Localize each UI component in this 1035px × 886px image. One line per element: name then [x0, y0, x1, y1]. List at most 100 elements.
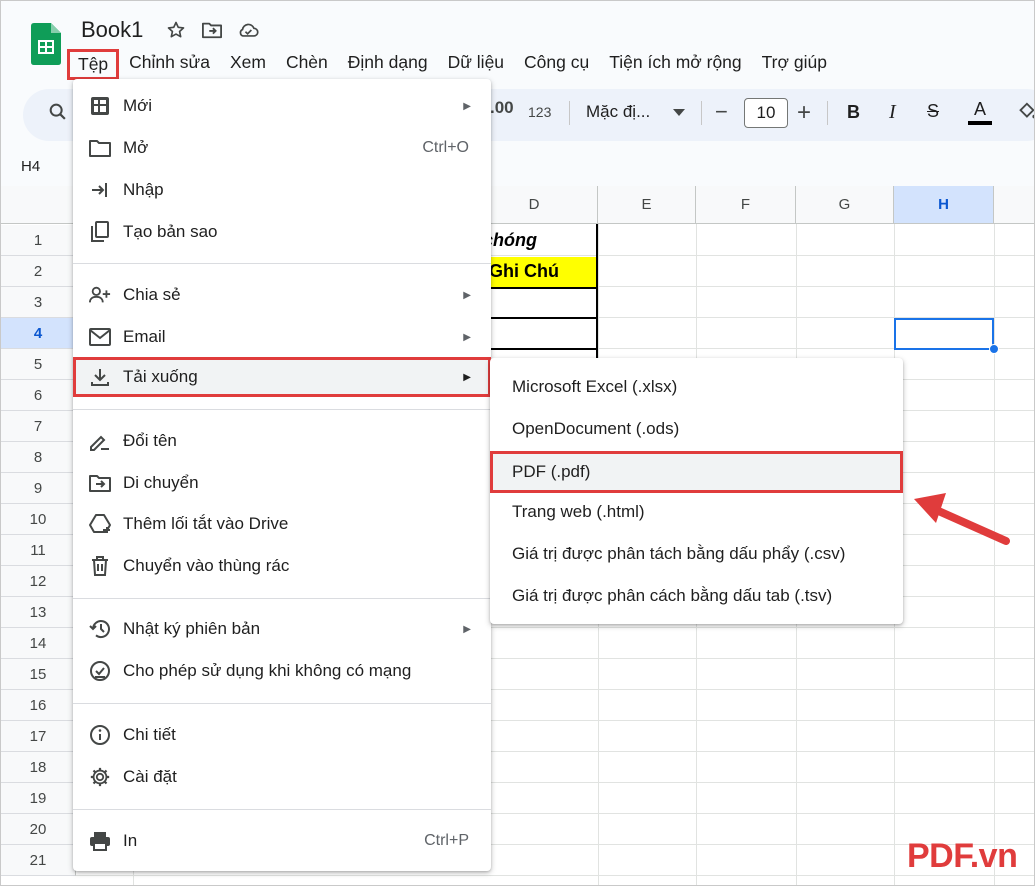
menu-item-share[interactable]: Chia sẻ ▶	[73, 275, 491, 315]
fill-handle[interactable]	[989, 344, 999, 354]
decimal-increase-button[interactable]: .00	[490, 98, 514, 118]
number-format-button[interactable]: 123	[528, 104, 551, 120]
move-folder-icon[interactable]	[201, 19, 223, 41]
menu-divider	[73, 409, 491, 410]
row-header[interactable]: 17	[1, 721, 76, 752]
download-xlsx[interactable]: Microsoft Excel (.xlsx)	[490, 366, 903, 408]
cloud-saved-icon[interactable]	[237, 19, 259, 41]
font-size-input[interactable]: 10	[744, 98, 788, 128]
menu-extensions[interactable]: Tiện ích mở rộng	[599, 49, 751, 80]
menu-insert[interactable]: Chèn	[276, 49, 338, 80]
row-header[interactable]: 1	[1, 225, 76, 256]
menu-item-open[interactable]: Mở Ctrl+O	[73, 128, 491, 168]
menu-tools[interactable]: Công cụ	[514, 49, 599, 80]
chevron-down-icon[interactable]	[673, 109, 685, 117]
submenu-arrow-icon: ▶	[463, 331, 471, 343]
document-title[interactable]: Book1	[81, 17, 151, 43]
gridline	[76, 875, 1034, 876]
download-ods[interactable]: OpenDocument (.ods)	[490, 408, 903, 450]
menu-item-label: Email	[123, 327, 166, 346]
menu-item-label: Nhật ký phiên bản	[123, 619, 261, 638]
toolbar-divider	[701, 101, 702, 125]
column-header-e[interactable]: E	[598, 186, 696, 224]
row-header[interactable]: 18	[1, 752, 76, 783]
download-html[interactable]: Trang web (.html)	[490, 491, 903, 533]
row-header[interactable]: 6	[1, 380, 76, 411]
menu-help[interactable]: Trợ giúp	[752, 49, 837, 80]
menu-data[interactable]: Dữ liệu	[438, 49, 514, 80]
watermark-logo: PDF.vn	[907, 837, 1018, 875]
menu-item-version-history[interactable]: Nhật ký phiên bản ▶	[73, 609, 491, 649]
column-header-f[interactable]: F	[696, 186, 796, 224]
drive-shortcut-icon	[89, 513, 111, 535]
sheets-logo-icon[interactable]	[31, 23, 61, 65]
row-header[interactable]: 9	[1, 473, 76, 504]
row-header[interactable]: 11	[1, 535, 76, 566]
import-icon	[89, 179, 111, 201]
name-box[interactable]: H4	[21, 158, 40, 175]
menu-edit[interactable]: Chỉnh sửa	[119, 49, 220, 80]
toolbar-divider	[827, 101, 828, 125]
menu-item-add-shortcut[interactable]: Thêm lối tắt vào Drive	[73, 504, 491, 544]
row-header[interactable]: 2	[1, 256, 76, 287]
shortcut-label: Ctrl+P	[424, 832, 469, 849]
font-select[interactable]: Mặc đị...	[586, 102, 650, 122]
menu-item-new[interactable]: Mới ▶	[73, 86, 491, 126]
menu-item-email[interactable]: Email ▶	[73, 317, 491, 357]
row-header[interactable]: 5	[1, 349, 76, 380]
menu-item-print[interactable]: In Ctrl+P	[73, 821, 491, 861]
strikethrough-button[interactable]: S	[927, 101, 939, 122]
menu-item-rename[interactable]: Đổi tên	[73, 421, 491, 461]
select-all-corner[interactable]	[1, 186, 76, 224]
column-header-g[interactable]: G	[796, 186, 894, 224]
row-header[interactable]: 7	[1, 411, 76, 442]
bold-button[interactable]: B	[847, 102, 860, 123]
menu-item-make-copy[interactable]: Tạo bản sao	[73, 212, 491, 252]
screenshot: Book1 Tệp Chỉnh sửa Xem Chèn Định dạng D…	[0, 0, 1035, 886]
text-color-button[interactable]: A	[968, 99, 992, 125]
row-header[interactable]: 3	[1, 287, 76, 318]
font-size-increase-button[interactable]: +	[797, 99, 811, 127]
info-icon	[89, 724, 111, 746]
menu-item-download[interactable]: Tải xuống ▶	[73, 357, 491, 397]
star-icon[interactable]	[165, 19, 187, 41]
row-header[interactable]: 4	[1, 318, 76, 349]
search-menus-icon[interactable]	[47, 101, 69, 123]
row-header[interactable]: 13	[1, 597, 76, 628]
menu-item-settings[interactable]: Cài đặt	[73, 757, 491, 797]
download-tsv[interactable]: Giá trị được phân cách bằng dấu tab (.ts…	[490, 575, 903, 617]
row-header[interactable]: 15	[1, 659, 76, 690]
row-header[interactable]: 10	[1, 504, 76, 535]
row-header[interactable]: 19	[1, 783, 76, 814]
menu-item-details[interactable]: Chi tiết	[73, 715, 491, 755]
menu-item-move[interactable]: Di chuyển	[73, 463, 491, 503]
menu-view[interactable]: Xem	[220, 49, 276, 80]
menu-format[interactable]: Định dạng	[338, 49, 438, 80]
cell-d1[interactable]: chóng	[483, 230, 537, 251]
menu-item-offline[interactable]: Cho phép sử dụng khi không có mạng	[73, 651, 491, 691]
menu-file[interactable]: Tệp	[67, 49, 120, 80]
row-header[interactable]: 12	[1, 566, 76, 597]
row-header[interactable]: 20	[1, 814, 76, 845]
menu-divider	[73, 703, 491, 704]
menu-item-trash[interactable]: Chuyển vào thùng rác	[73, 546, 491, 586]
row-header[interactable]: 21	[1, 845, 76, 876]
row-header[interactable]: 14	[1, 628, 76, 659]
download-pdf[interactable]: PDF (.pdf)	[490, 451, 903, 493]
menu-item-label: Chuyển vào thùng rác	[123, 556, 290, 575]
font-size-decrease-button[interactable]: −	[715, 99, 728, 125]
row-header[interactable]: 8	[1, 442, 76, 473]
download-csv[interactable]: Giá trị được phân tách bằng dấu phẩy (.c…	[490, 533, 903, 575]
menu-item-label: Tạo bản sao	[123, 222, 218, 241]
menu-item-import[interactable]: Nhập	[73, 170, 491, 210]
toolbar-divider	[569, 101, 570, 125]
selected-cell-h4[interactable]	[894, 318, 994, 350]
menu-divider	[73, 263, 491, 264]
fill-color-icon[interactable]	[1015, 101, 1035, 123]
copy-icon	[89, 221, 111, 243]
share-person-icon	[89, 284, 111, 306]
column-header-i[interactable]	[994, 186, 1034, 224]
column-header-h[interactable]: H	[894, 186, 994, 224]
row-header[interactable]: 16	[1, 690, 76, 721]
italic-button[interactable]: I	[889, 101, 896, 124]
